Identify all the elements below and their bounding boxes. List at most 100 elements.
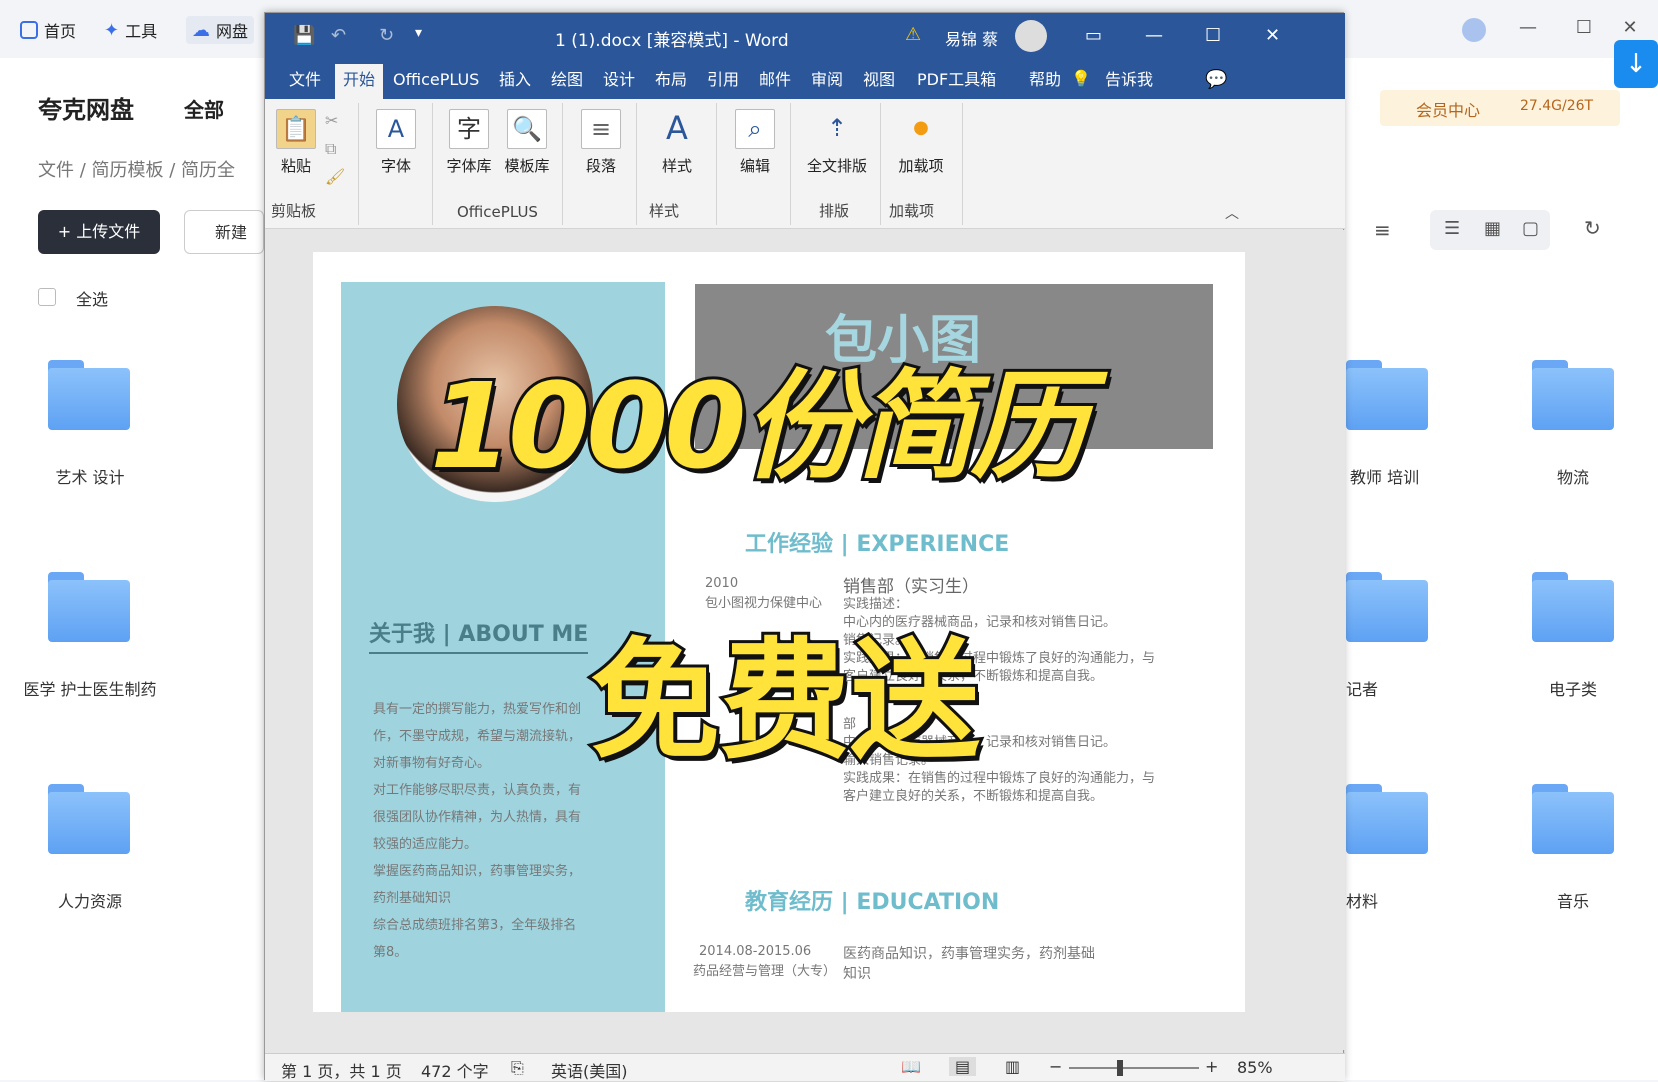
read-mode-icon[interactable]: 📖 (901, 1057, 921, 1076)
minimize-icon[interactable]: — (1518, 18, 1538, 38)
refresh-icon[interactable]: ↻ (1584, 216, 1601, 240)
paste-button[interactable]: 📋 粘贴 (273, 109, 319, 176)
tab-design[interactable]: 设计 (603, 69, 635, 91)
maximize-icon[interactable]: ☐ (1205, 25, 1221, 46)
font-library-label: 字体库 (446, 157, 492, 175)
sort-icon[interactable]: ≡ (1374, 218, 1391, 242)
storage-label: 27.4G/26T (1520, 98, 1594, 114)
tab-references[interactable]: 引用 (707, 69, 739, 91)
zoom-level[interactable]: 85% (1237, 1058, 1273, 1077)
word-count[interactable]: 472 个字 (421, 1058, 489, 1082)
ribbon-display-icon[interactable]: ▭ (1085, 25, 1102, 46)
font-library-icon: 字 (449, 109, 489, 149)
about-line: 药剂基础知识 (373, 891, 452, 906)
grid-view-icon[interactable]: ▦ (1484, 218, 1501, 239)
folder-label: 记者 (1346, 680, 1379, 699)
folder-icon[interactable] (1532, 360, 1614, 430)
folder-label: 医学 护士医生制药 (23, 680, 157, 699)
list-view-icon[interactable]: ☰ (1444, 218, 1460, 239)
folder-icon[interactable] (1532, 784, 1614, 854)
cloud-icon: ☁ (192, 19, 210, 41)
tab-officeplus[interactable]: OfficePLUS (393, 69, 479, 91)
folder-icon[interactable] (1532, 572, 1614, 642)
tab-view[interactable]: 视图 (863, 69, 895, 91)
redo-icon[interactable]: ↻ (379, 25, 394, 46)
comments-icon[interactable]: 💬 (1205, 69, 1227, 90)
breadcrumb-item[interactable]: 文件 (38, 160, 74, 181)
addin-button[interactable]: ● 加载项 (889, 109, 953, 176)
edu-date: 2014.08-2015.06 (699, 944, 812, 959)
undo-icon[interactable]: ↶ (331, 25, 346, 46)
new-button[interactable]: 新建 (184, 210, 264, 254)
copy-icon[interactable]: ⧉ (325, 139, 336, 159)
folder-icon[interactable] (1346, 784, 1428, 854)
page-count[interactable]: 第 1 页，共 1 页 (281, 1058, 402, 1082)
close-icon[interactable]: ✕ (1265, 25, 1280, 46)
styles-label: 样式 (661, 157, 692, 175)
addin-label: 加载项 (898, 157, 944, 175)
tab-cloud[interactable]: ☁ 网盘 (186, 16, 255, 44)
tab-layout[interactable]: 布局 (655, 69, 687, 91)
tab-insert[interactable]: 插入 (499, 69, 531, 91)
status-bar: 第 1 页，共 1 页 472 个字 ⎘ 英语(美国) 📖 ▤ ▥ − + 85… (265, 1053, 1345, 1081)
select-all-checkbox[interactable] (38, 288, 56, 306)
language[interactable]: 英语(美国) (551, 1058, 628, 1082)
tell-me[interactable]: 告诉我 (1105, 69, 1153, 91)
template-library-button[interactable]: 🔍 模板库 (499, 109, 555, 176)
tab-home[interactable]: 开始 (335, 64, 384, 99)
proofing-icon[interactable]: ⎘ (511, 1058, 524, 1078)
group-styles: A 样式 样式 (639, 103, 717, 225)
zoom-slider[interactable] (1069, 1067, 1199, 1069)
save-icon[interactable]: 💾 (293, 25, 315, 46)
edit-button[interactable]: ⌕ 编辑 (729, 109, 781, 176)
tab-home[interactable]: 首页 (20, 16, 76, 44)
folder-icon[interactable] (48, 572, 130, 642)
tab-file[interactable]: 文件 (289, 69, 321, 91)
cut-icon[interactable]: ✂ (325, 111, 338, 130)
customize-qat-icon[interactable]: ▾ (415, 25, 422, 41)
layout-icon: ⇡ (826, 114, 848, 142)
zoom-thumb[interactable] (1117, 1060, 1123, 1076)
experience-title: 工作经验 | EXPERIENCE (745, 532, 1010, 557)
user-avatar[interactable] (1015, 20, 1047, 52)
breadcrumb-item[interactable]: 简历模板 (92, 160, 164, 181)
folder-icon[interactable] (48, 784, 130, 854)
collapse-ribbon-icon[interactable]: ︿ (1225, 203, 1239, 223)
maximize-icon[interactable]: ☐ (1574, 18, 1594, 38)
paste-label: 粘贴 (280, 157, 311, 175)
print-layout-icon[interactable]: ▤ (949, 1057, 977, 1076)
tab-draw[interactable]: 绘图 (551, 69, 583, 91)
close-icon[interactable]: ✕ (1620, 18, 1640, 38)
preview-view-icon[interactable]: ▢ (1522, 218, 1539, 239)
zoom-out-icon[interactable]: − (1049, 1057, 1062, 1076)
all-filter[interactable]: 全部 (184, 94, 224, 123)
tab-tools[interactable]: ✦ 工具 (104, 16, 157, 44)
format-painter-icon[interactable]: 🖌 (325, 167, 345, 186)
folder-icon[interactable] (48, 360, 130, 430)
full-layout-button[interactable]: ⇡ 全文排版 (799, 109, 875, 176)
zoom-in-icon[interactable]: + (1205, 1057, 1218, 1076)
minimize-icon[interactable]: — (1145, 25, 1163, 46)
folder-icon[interactable] (1346, 360, 1428, 430)
web-layout-icon[interactable]: ▥ (1005, 1057, 1020, 1076)
avatar[interactable] (1462, 18, 1486, 42)
breadcrumb-item[interactable]: 简历全 (181, 160, 235, 181)
tab-cloud-label: 网盘 (216, 22, 249, 41)
tab-review[interactable]: 审阅 (811, 69, 843, 91)
styles-button[interactable]: A 样式 (651, 109, 703, 176)
tab-mailings[interactable]: 邮件 (759, 69, 791, 91)
font-library-button[interactable]: 字字体库 (443, 109, 495, 176)
member-banner[interactable]: 会员中心 27.4G/26T (1380, 90, 1620, 126)
tab-help[interactable]: 帮助 (1029, 69, 1061, 91)
group-font: A 字体 (361, 103, 433, 225)
folder-icon[interactable] (1346, 572, 1428, 642)
download-icon[interactable]: ↓ (1614, 40, 1658, 88)
warning-icon[interactable]: ⚠ (905, 24, 921, 45)
paragraph-button[interactable]: ≡ 段落 (575, 109, 627, 176)
overlay-title: 1000份简历 (427, 354, 1091, 498)
upload-button[interactable]: + 上传文件 (38, 210, 160, 254)
user-name[interactable]: 易锦 蔡 (945, 26, 998, 50)
font-button[interactable]: A 字体 (373, 109, 419, 176)
tab-pdf-tools[interactable]: PDF工具箱 (917, 69, 996, 91)
template-library-icon: 🔍 (507, 109, 547, 149)
